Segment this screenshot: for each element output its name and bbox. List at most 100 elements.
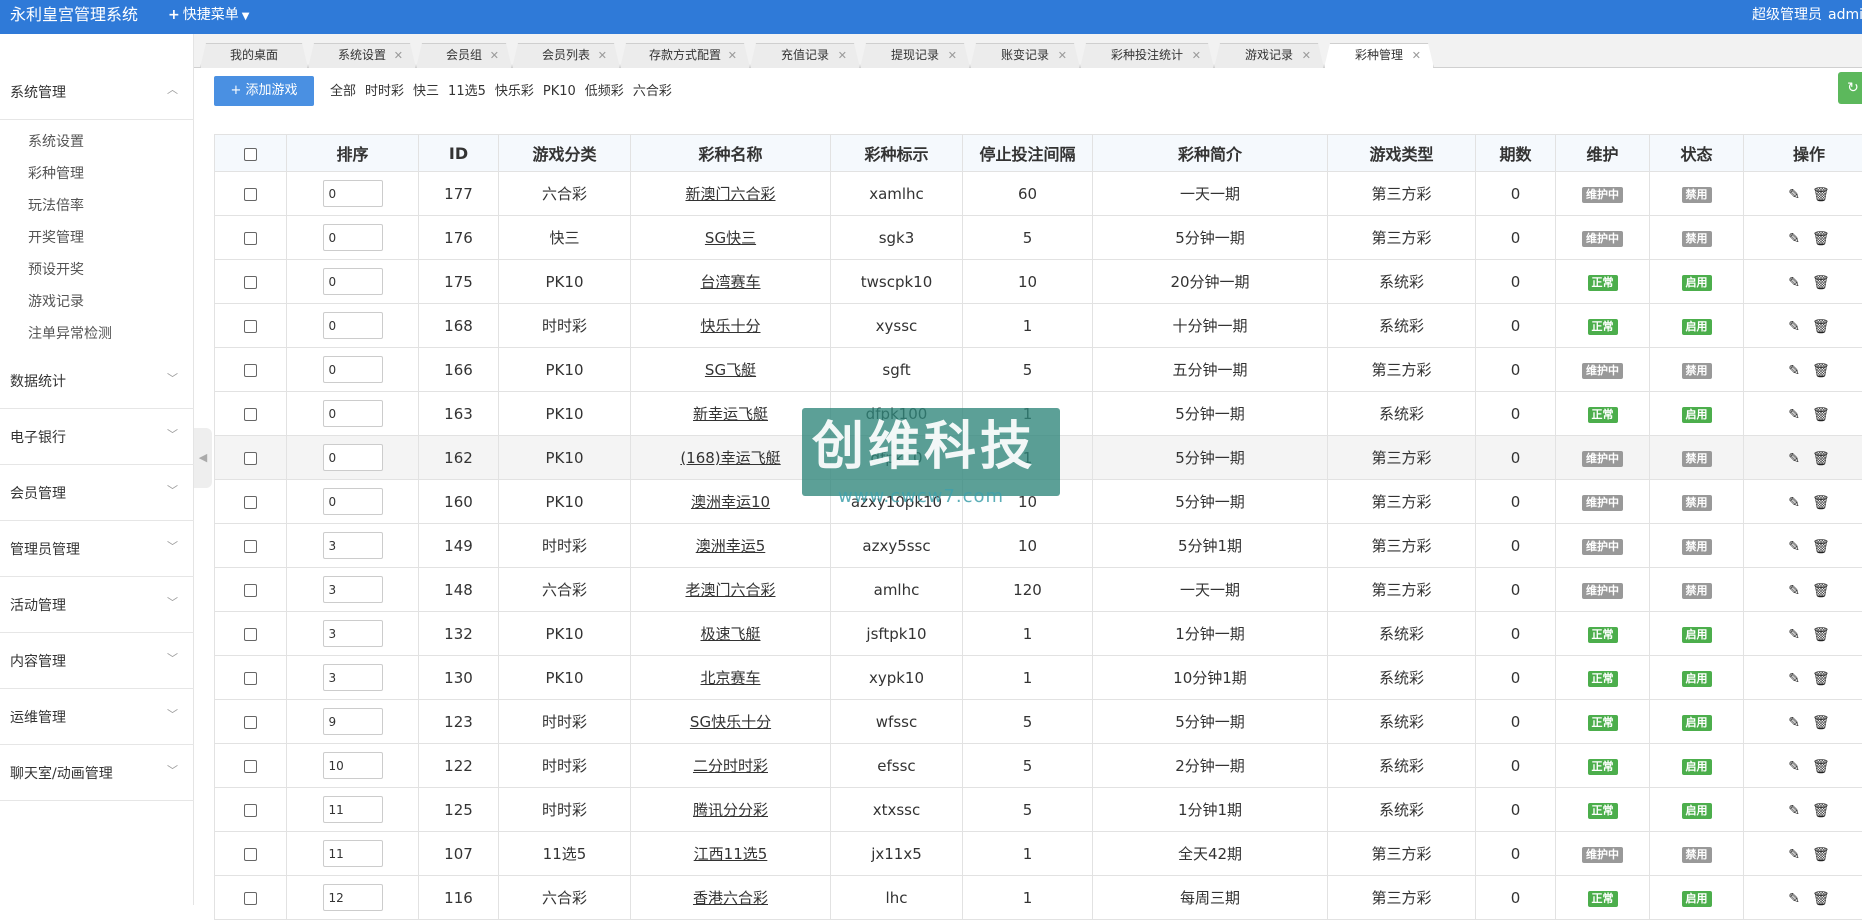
row-checkbox[interactable] [244, 760, 257, 773]
lottery-name-link[interactable]: 江西11选5 [694, 845, 768, 863]
edit-icon[interactable]: ✎ [1788, 627, 1800, 643]
table-row[interactable]: 168时时彩快乐十分xyssc1十分钟一期系统彩0正常启用✎🗑 [215, 304, 1862, 348]
edit-icon[interactable]: ✎ [1788, 319, 1800, 335]
table-row[interactable]: 166PK10SG飞艇sgft5五分钟一期第三方彩0维护中禁用✎🗑 [215, 348, 1862, 392]
lottery-name-link[interactable]: SG飞艇 [705, 361, 756, 379]
filter-k3[interactable]: 快三 [413, 84, 439, 99]
tab-my-desktop[interactable]: 我的桌面 [200, 43, 308, 68]
sidebar-group-ops[interactable]: 运维管理 ﹀ [0, 689, 194, 745]
table-row[interactable]: 175PK10台湾赛车twscpk101020分钟一期系统彩0正常启用✎🗑 [215, 260, 1862, 304]
row-checkbox[interactable] [244, 672, 257, 685]
sidebar-group-system[interactable]: 系统管理 ︿ [0, 64, 194, 120]
lottery-name-link[interactable]: 腾讯分分彩 [693, 801, 768, 819]
sort-input[interactable] [323, 752, 383, 779]
status-badge[interactable]: 禁用 [1682, 495, 1712, 511]
table-row[interactable]: 122时时彩二分时时彩efssc52分钟一期系统彩0正常启用✎🗑 [215, 744, 1862, 788]
sidebar-group-e-bank[interactable]: 电子银行 ﹀ [0, 409, 194, 465]
add-game-button[interactable]: + 添加游戏 [214, 76, 314, 106]
edit-icon[interactable]: ✎ [1788, 275, 1800, 291]
tab-lottery-management[interactable]: 彩种管理✕ [1324, 43, 1434, 68]
trash-icon[interactable]: 🗑 [1812, 891, 1830, 907]
row-checkbox[interactable] [244, 320, 257, 333]
sidebar-collapse-handle[interactable]: ◀ [194, 428, 212, 488]
status-badge[interactable]: 禁用 [1682, 187, 1712, 203]
trash-icon[interactable]: 🗑 [1812, 187, 1830, 203]
table-row[interactable]: 10711选5江西11选5jx11x51全天42期第三方彩0维护中禁用✎🗑 [215, 832, 1862, 876]
close-icon[interactable]: ✕ [1412, 44, 1421, 67]
tab-balance-records[interactable]: 账变记录✕ [970, 43, 1080, 68]
sidebar-item-bet-anomaly[interactable]: 注单异常检测 [28, 323, 112, 343]
sidebar-group-admins[interactable]: 管理员管理 ﹀ [0, 521, 194, 577]
maintenance-badge[interactable]: 维护中 [1582, 495, 1623, 511]
maintenance-badge[interactable]: 正常 [1588, 319, 1618, 335]
lottery-name-link[interactable]: SG快三 [705, 229, 756, 247]
tab-member-group[interactable]: 会员组✕ [416, 43, 512, 68]
edit-icon[interactable]: ✎ [1788, 407, 1800, 423]
status-badge[interactable]: 禁用 [1682, 363, 1712, 379]
tab-recharge-records[interactable]: 充值记录✕ [750, 43, 860, 68]
edit-icon[interactable]: ✎ [1788, 539, 1800, 555]
tab-member-list[interactable]: 会员列表✕ [512, 43, 620, 68]
status-badge[interactable]: 启用 [1682, 319, 1712, 335]
row-checkbox[interactable] [244, 540, 257, 553]
status-badge[interactable]: 禁用 [1682, 451, 1712, 467]
edit-icon[interactable]: ✎ [1788, 847, 1800, 863]
lottery-name-link[interactable]: 台湾赛车 [700, 273, 760, 291]
close-icon[interactable]: ✕ [838, 44, 847, 67]
edit-icon[interactable]: ✎ [1788, 231, 1800, 247]
maintenance-badge[interactable]: 维护中 [1582, 539, 1623, 555]
edit-icon[interactable]: ✎ [1788, 891, 1800, 907]
admin-user-menu[interactable]: admin [1828, 4, 1862, 26]
maintenance-badge[interactable]: 维护中 [1582, 451, 1623, 467]
table-row[interactable]: 176快三SG快三sgk355分钟一期第三方彩0维护中禁用✎🗑 [215, 216, 1862, 260]
table-row[interactable]: 177六合彩新澳门六合彩xamlhc60一天一期第三方彩0维护中禁用✎🗑 [215, 172, 1862, 216]
tab-system-settings[interactable]: 系统设置✕ [308, 43, 416, 68]
lottery-name-link[interactable]: 澳洲幸运5 [696, 537, 766, 555]
status-badge[interactable]: 启用 [1682, 275, 1712, 291]
sidebar-item-draw-management[interactable]: 开奖管理 [28, 227, 84, 247]
table-row[interactable]: 125时时彩腾讯分分彩xtxssc51分钟1期系统彩0正常启用✎🗑 [215, 788, 1862, 832]
status-badge[interactable]: 启用 [1682, 407, 1712, 423]
trash-icon[interactable]: 🗑 [1812, 583, 1830, 599]
maintenance-badge[interactable]: 正常 [1588, 715, 1618, 731]
sidebar-group-members[interactable]: 会员管理 ﹀ [0, 465, 194, 521]
maintenance-badge[interactable]: 维护中 [1582, 847, 1623, 863]
sidebar-item-preset-draw[interactable]: 预设开奖 [28, 259, 84, 279]
row-checkbox[interactable] [244, 628, 257, 641]
filter-11x5[interactable]: 11选5 [448, 84, 486, 99]
lottery-name-link[interactable]: 快乐十分 [700, 317, 760, 335]
trash-icon[interactable]: 🗑 [1812, 319, 1830, 335]
maintenance-badge[interactable]: 维护中 [1582, 187, 1623, 203]
sidebar-item-play-odds[interactable]: 玩法倍率 [28, 195, 84, 215]
edit-icon[interactable]: ✎ [1788, 759, 1800, 775]
edit-icon[interactable]: ✎ [1788, 495, 1800, 511]
trash-icon[interactable]: 🗑 [1812, 671, 1830, 687]
trash-icon[interactable]: 🗑 [1812, 627, 1830, 643]
row-checkbox[interactable] [244, 892, 257, 905]
row-checkbox[interactable] [244, 276, 257, 289]
tab-deposit-config[interactable]: 存款方式配置✕ [620, 43, 750, 68]
table-row[interactable]: 130PK10北京赛车xypk10110分钟1期系统彩0正常启用✎🗑 [215, 656, 1862, 700]
close-icon[interactable]: ✕ [1302, 44, 1311, 67]
trash-icon[interactable]: 🗑 [1812, 539, 1830, 555]
trash-icon[interactable]: 🗑 [1812, 759, 1830, 775]
row-checkbox[interactable] [244, 364, 257, 377]
edit-icon[interactable]: ✎ [1788, 187, 1800, 203]
close-icon[interactable]: ✕ [598, 44, 607, 67]
tab-game-records[interactable]: 游戏记录✕ [1214, 43, 1324, 68]
filter-all[interactable]: 全部 [330, 84, 356, 99]
maintenance-badge[interactable]: 维护中 [1582, 583, 1623, 599]
lottery-name-link[interactable]: 老澳门六合彩 [685, 581, 775, 599]
filter-lhc[interactable]: 六合彩 [633, 84, 672, 99]
row-checkbox[interactable] [244, 496, 257, 509]
sort-input[interactable] [323, 356, 383, 383]
filter-happy[interactable]: 快乐彩 [495, 84, 534, 99]
row-checkbox[interactable] [244, 716, 257, 729]
trash-icon[interactable]: 🗑 [1812, 231, 1830, 247]
select-all-checkbox[interactable] [244, 148, 257, 161]
sort-input[interactable] [323, 576, 383, 603]
row-checkbox[interactable] [244, 584, 257, 597]
table-row[interactable]: 123时时彩SG快乐十分wfssc55分钟一期系统彩0正常启用✎🗑 [215, 700, 1862, 744]
sidebar-group-activities[interactable]: 活动管理 ﹀ [0, 577, 194, 633]
lottery-name-link[interactable]: 香港六合彩 [693, 889, 768, 907]
